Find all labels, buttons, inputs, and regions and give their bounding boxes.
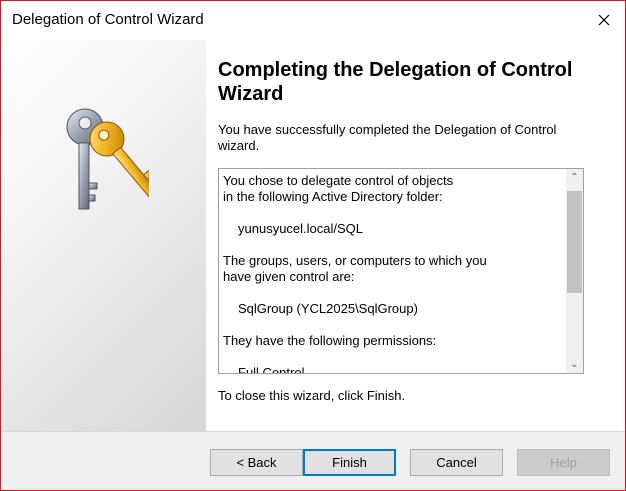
summary-textbox[interactable]: You chose to delegate control of objects…: [218, 168, 584, 374]
summary-permission: Full Control: [238, 365, 305, 374]
chevron-up-icon[interactable]: ⌃: [566, 169, 583, 186]
vertical-scrollbar[interactable]: ⌃ ⌄: [566, 169, 583, 373]
summary-line: The groups, users, or computers to which…: [223, 253, 487, 268]
button-bar: < Back Finish Cancel Help: [1, 432, 625, 490]
closing-text: To close this wizard, click Finish.: [218, 388, 406, 403]
summary-line: They have the following permissions:: [223, 333, 437, 348]
summary-group: SqlGroup (YCL2025\SqlGroup): [238, 301, 418, 316]
summary-line: You chose to delegate control of objects: [223, 173, 454, 188]
finish-button[interactable]: Finish: [303, 449, 396, 476]
scroll-thumb[interactable]: [567, 191, 582, 293]
keys-icon: [66, 108, 149, 210]
back-button[interactable]: < Back: [210, 449, 303, 476]
summary-folder: yunusyucel.local/SQL: [238, 221, 364, 236]
summary-line: in the following Active Directory folder…: [223, 189, 443, 204]
close-icon: [598, 14, 610, 26]
wizard-window: Delegation of Control Wizard Completing …: [0, 0, 626, 491]
wizard-side-panel: [1, 40, 206, 431]
summary-text: You chose to delegate control of objects…: [223, 173, 553, 374]
intro-text: You have successfully completed the Dele…: [218, 122, 557, 153]
help-button: Help: [517, 449, 610, 476]
cancel-button[interactable]: Cancel: [410, 449, 503, 476]
summary-line: have given control are:: [223, 269, 355, 284]
title-bar: Delegation of Control Wizard: [1, 1, 625, 39]
chevron-down-icon[interactable]: ⌄: [566, 356, 583, 373]
page-title: Completing the Delegation of Control Wiz…: [218, 59, 573, 105]
close-button[interactable]: [593, 9, 615, 31]
window-title: Delegation of Control Wizard: [12, 11, 204, 28]
